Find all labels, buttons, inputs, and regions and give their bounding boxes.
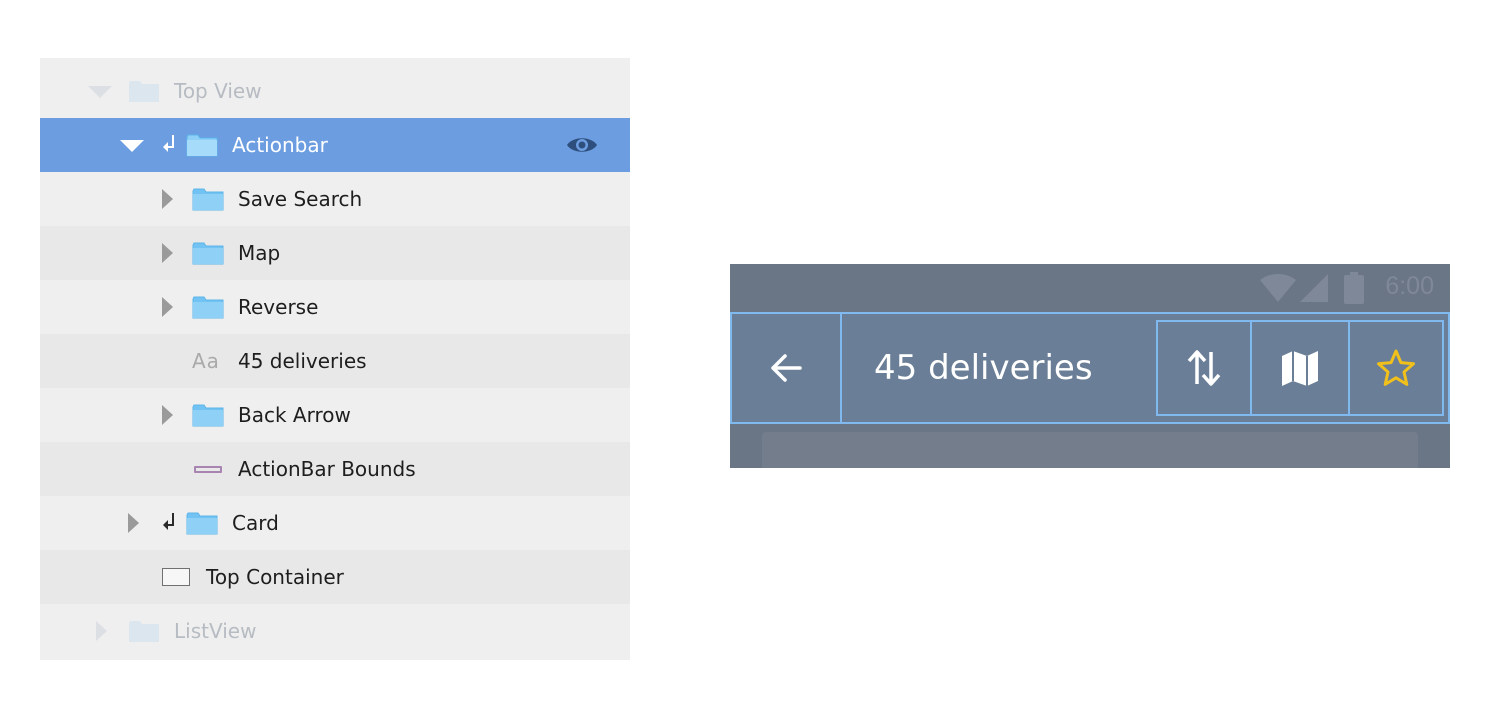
action-bar-title: 45 deliveries — [874, 348, 1093, 388]
folder-icon — [192, 242, 224, 265]
layer-label: 45 deliveries — [238, 349, 367, 373]
layer-row-45-deliveries[interactable]: Aa 45 deliveries — [40, 334, 630, 388]
disclosure-triangle-icon[interactable] — [162, 243, 173, 263]
star-icon — [1377, 349, 1415, 386]
layers-panel: Top View Actionbar Save Search Map Rever… — [40, 58, 630, 660]
layer-row-back-arrow[interactable]: Back Arrow — [40, 388, 630, 442]
card-preview — [762, 432, 1418, 468]
back-arrow-icon — [771, 354, 802, 382]
wifi-icon — [1260, 274, 1296, 302]
layer-row-reverse[interactable]: Reverse — [40, 280, 630, 334]
disclosure-triangle-icon[interactable] — [88, 86, 112, 98]
reverse-button[interactable] — [1158, 322, 1252, 414]
cell-signal-icon — [1300, 274, 1328, 302]
battery-icon — [1344, 272, 1364, 304]
clipping-arrow-icon — [163, 513, 174, 530]
disclosure-triangle-icon[interactable] — [96, 621, 107, 641]
layer-row-top-view[interactable]: Top View — [40, 64, 630, 118]
disclosure-triangle-icon[interactable] — [120, 140, 144, 152]
layer-row-actionbar-bounds[interactable]: ActionBar Bounds — [40, 442, 630, 496]
layer-label: Actionbar — [232, 133, 328, 157]
layer-row-save-search[interactable]: Save Search — [40, 172, 630, 226]
back-button[interactable] — [732, 314, 842, 422]
eye-icon[interactable] — [566, 134, 598, 156]
status-bar: 6:00 — [730, 264, 1450, 312]
clipping-arrow-icon — [163, 135, 174, 152]
disclosure-triangle-icon[interactable] — [162, 297, 173, 317]
rectangle-layer-icon — [162, 568, 190, 586]
layer-row-listview[interactable]: ListView — [40, 604, 630, 658]
layer-label: Top View — [174, 79, 262, 103]
disclosure-triangle-icon[interactable] — [128, 513, 139, 533]
layer-row-map[interactable]: Map — [40, 226, 630, 280]
layer-row-card[interactable]: Card — [40, 496, 630, 550]
save-search-button[interactable] — [1350, 322, 1442, 414]
map-icon — [1282, 351, 1318, 386]
status-time: 6:00 — [1385, 272, 1434, 300]
layer-label: Reverse — [238, 295, 319, 319]
folder-icon — [192, 296, 224, 319]
text-layer-icon: Aa — [192, 349, 220, 373]
folder-icon — [192, 404, 224, 427]
action-bar: 45 deliveries — [730, 312, 1450, 424]
folder-icon — [129, 621, 159, 642]
disclosure-triangle-icon[interactable] — [162, 189, 173, 209]
layer-row-actionbar[interactable]: Actionbar — [40, 118, 630, 172]
layer-label: Top Container — [206, 565, 344, 589]
layer-label: Map — [238, 241, 281, 265]
layer-label: ListView — [174, 619, 257, 643]
folder-icon — [186, 134, 218, 157]
shape-layer-icon — [194, 466, 222, 473]
layer-label: Back Arrow — [238, 403, 351, 427]
phone-preview: 6:00 45 deliveries — [730, 264, 1450, 468]
layer-row-top-container[interactable]: Top Container — [40, 550, 630, 604]
folder-icon — [186, 512, 218, 535]
folder-icon — [129, 81, 159, 102]
folder-icon — [192, 188, 224, 211]
layer-label: Card — [232, 511, 279, 535]
layer-label: ActionBar Bounds — [238, 457, 416, 481]
action-buttons-group — [1156, 320, 1444, 416]
map-button[interactable] — [1252, 322, 1350, 414]
disclosure-triangle-icon[interactable] — [162, 405, 173, 425]
sort-arrows-icon — [1187, 350, 1221, 386]
layer-label: Save Search — [238, 187, 363, 211]
